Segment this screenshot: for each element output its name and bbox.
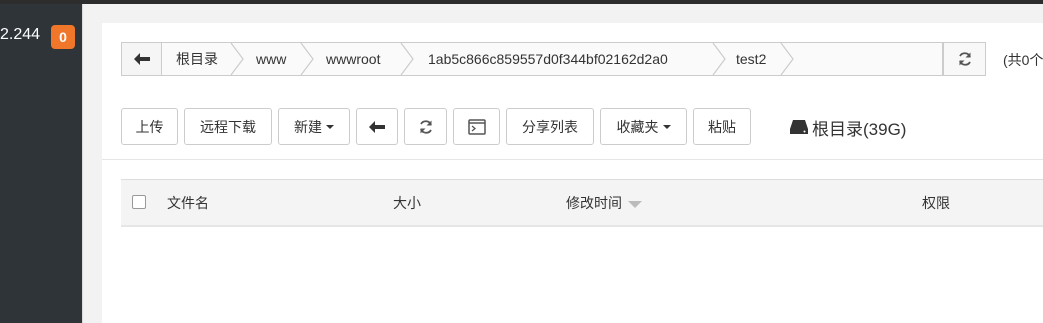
table-header: 文件名 大小 修改时间 权限 [121, 179, 1043, 227]
terminal-button[interactable] [453, 108, 500, 145]
refresh-icon [419, 119, 432, 134]
back-button[interactable] [122, 43, 162, 75]
favorites-dropdown-button[interactable]: 收藏夹 [600, 108, 687, 145]
file-count: (共0个 [1003, 52, 1043, 68]
terminal-icon [467, 118, 486, 135]
select-all-checkbox[interactable] [132, 195, 146, 209]
caret-down-icon [326, 124, 334, 129]
breadcrumb-root[interactable]: 根目录 [176, 43, 218, 75]
column-modified-time[interactable]: 修改时间 [566, 180, 642, 226]
refresh-button[interactable] [404, 108, 447, 145]
chevron-right-icon [400, 43, 414, 75]
paste-button[interactable]: 粘贴 [693, 108, 751, 145]
server-ip: 2.244 [0, 26, 41, 43]
arrow-left-icon [369, 120, 385, 133]
disk-label: 根目录(39G) [812, 119, 907, 139]
column-permissions[interactable]: 权限 [922, 180, 950, 226]
chevron-right-icon [300, 43, 314, 75]
back-toolbar-button[interactable] [356, 108, 398, 145]
breadcrumb-www[interactable]: www [256, 43, 286, 75]
favorites-label: 收藏夹 [616, 118, 659, 135]
hard-drive-icon [790, 120, 808, 134]
refresh-icon [958, 52, 971, 66]
notification-badge[interactable]: 0 [51, 25, 75, 49]
divider [102, 159, 1043, 160]
breadcrumb-hash-folder[interactable]: 1ab5c866c859557d0f344bf02162d2a0 [428, 43, 668, 75]
breadcrumb-test2[interactable]: test2 [736, 43, 766, 75]
column-filename[interactable]: 文件名 [167, 180, 209, 226]
breadcrumb-wwwroot[interactable]: wwwroot [326, 43, 380, 75]
share-list-button[interactable]: 分享列表 [506, 108, 594, 145]
chevron-right-icon [230, 43, 244, 75]
caret-down-icon [662, 124, 671, 129]
refresh-path-button[interactable] [943, 42, 986, 76]
chevron-right-icon [712, 43, 726, 75]
chevron-right-icon [780, 43, 794, 75]
new-dropdown-button[interactable]: 新建 [278, 108, 350, 145]
upload-button[interactable]: 上传 [121, 108, 178, 145]
column-size[interactable]: 大小 [393, 180, 421, 226]
sort-down-icon [628, 200, 642, 208]
remote-download-button[interactable]: 远程下载 [184, 108, 272, 145]
sidebar: 2.244 0 [0, 4, 83, 323]
path-breadcrumb: 根目录 www wwwroot 1ab5c866c859557d0f344bf0… [121, 42, 943, 76]
disk-selector[interactable]: 根目录(39G) [789, 115, 906, 139]
new-label: 新建 [294, 118, 322, 135]
arrow-left-icon [133, 53, 150, 65]
column-modified-time-label: 修改时间 [566, 195, 622, 211]
